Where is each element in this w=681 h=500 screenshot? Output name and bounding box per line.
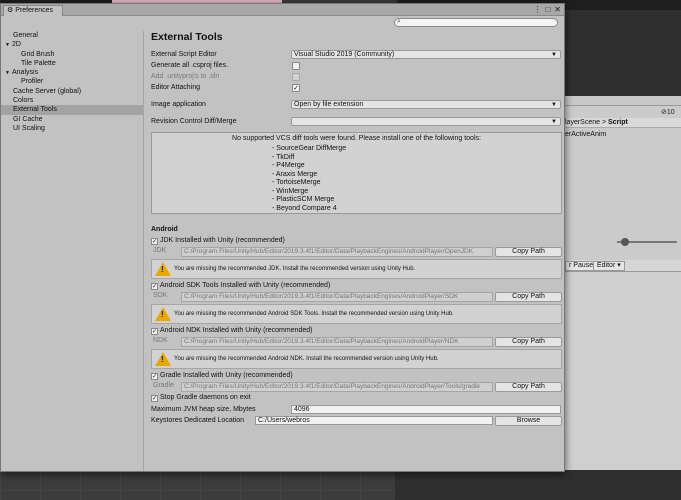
sidebar-item-tile-palette[interactable]: Tile Palette [1,59,143,68]
image-app-dropdown[interactable]: Open by file extension ▼ [291,100,561,109]
search-input[interactable]: ⌕ [394,18,558,27]
fold-arrow-icon[interactable]: ▼ [5,69,12,78]
ndk-warning: ! You are missing the recommended Androi… [151,349,562,369]
background-bottom-panel [395,470,681,500]
sdk-warning: ! You are missing the recommended Androi… [151,304,562,324]
script-editor-label: External Script Editor [151,51,217,58]
slider-knob[interactable] [621,238,629,246]
page-title: External Tools [151,31,223,43]
gradle-path-field[interactable]: C:/Program Files/Unity/Hub/Editor/2019.3… [181,382,493,392]
editor-dropdown[interactable]: Editor ▾ [593,261,625,271]
image-app-label: Image application [151,101,206,108]
chevron-down-icon: ▼ [551,52,557,58]
jdk-path-field[interactable]: C:/Program Files/Unity/Hub/Editor/2019.3… [181,247,493,257]
stop-gradle-checkbox[interactable]: ✓ [151,395,158,402]
editor-attaching-checkbox[interactable]: ✓ [292,84,300,92]
ndk-checkbox[interactable]: ✓ [151,328,158,335]
inspector-count[interactable]: ⊘10 [661,108,675,116]
sidebar-item-2d[interactable]: ▼ 2D [1,40,143,49]
window-controls: ⋮ □ ✕ [529,5,561,15]
gradle-checkbox[interactable]: ✓ [151,373,158,380]
window-titlebar: ⚙ Preferences ⋮ □ ✕ [1,4,564,16]
gradle-path-row: Gradle C:/Program Files/Unity/Hub/Editor… [151,382,562,393]
jdk-tag: JDK [153,247,167,254]
jdk-copy-path-button[interactable]: Copy Path [495,247,562,257]
fold-arrow-icon[interactable]: ▼ [5,41,12,50]
preferences-window: ⚙ Preferences ⋮ □ ✕ ⌕ General ▼ 2D Grid Brus… [0,3,565,472]
list-item: - SourceGear DiffMerge [272,145,347,152]
browse-button[interactable]: Browse [495,416,562,426]
vcs-message: No supported VCS diff tools were found. … [232,135,481,142]
sdk-path-row: SDK C:/Program Files/Unity/Hub/Editor/20… [151,292,562,303]
ndk-tag: NDK [153,337,168,344]
sdk-tag: SDK [153,292,168,299]
jdk-warning: ! You are missing the recommended JDK. I… [151,259,562,279]
inspector-header: layerScene > Script [565,118,681,128]
sidebar-item-colors[interactable]: Colors [1,96,143,105]
script-editor-dropdown[interactable]: Visual Studio 2019 (Community) ▼ [291,50,561,59]
add-unityproj-label: Add .unityproj's to .sln [151,73,220,80]
preferences-tab[interactable]: ⚙ Preferences [3,5,63,16]
add-unityproj-checkbox[interactable] [292,73,300,81]
maximize-icon[interactable]: □ [545,5,550,14]
sdk-checkbox[interactable]: ✓ [151,283,158,290]
more-menu-icon[interactable]: ⋮ [533,5,541,14]
sidebar-item-gi-cache[interactable]: GI Cache [1,115,143,124]
vcs-tool-list: - SourceGear DiffMerge - TkDiff - P4Merg… [272,145,346,213]
sidebar-item-general[interactable]: General [1,31,143,40]
game-view-toolbar: r Pause Editor ▾ [565,260,681,272]
game-view-body [565,272,681,500]
list-item: - Beyond Compare 4 [272,204,337,212]
sdk-checkbox-row[interactable]: ✓ Android SDK Tools Installed with Unity … [151,282,330,290]
sidebar-item-ui-scaling[interactable]: UI Scaling [1,124,143,133]
keystores-input[interactable]: C:/Users/webros [255,416,493,425]
gradle-checkbox-row[interactable]: ✓ Gradle Installed with Unity (recommende… [151,372,293,380]
sidebar-item-cache-server[interactable]: Cache Server (global) [1,87,143,96]
stop-gradle-row[interactable]: ✓ Stop Gradle daemons on exit [151,394,251,402]
jdk-checkbox[interactable]: ✓ [151,238,158,245]
search-icon: ⌕ [397,18,401,25]
jdk-path-row: JDK C:/Program Files/Unity/Hub/Editor/20… [151,247,562,258]
sidebar-item-profiler[interactable]: Profiler [1,77,143,86]
inspector-panel: ⊘10 layerScene > Script erActiveAnim r P… [565,10,681,500]
list-item: - TortoiseMerge [272,179,321,186]
sdk-path-field[interactable]: C:/Program Files/Unity/Hub/Editor/2019.3… [181,292,493,302]
inspector-text: erActiveAnim [565,131,607,138]
list-item: - Araxis Merge [272,170,318,178]
gradle-tag: Gradle [153,382,175,389]
external-tools-panel: External Tools External Script Editor Vi… [151,28,564,468]
list-item: - PlasticSCM Merge [272,196,335,203]
editor-attaching-label: Editor Attaching [151,84,201,91]
sidebar-item-grid-brush[interactable]: Grid Brush [1,50,143,59]
inspector-dark-band [565,10,681,96]
zoom-slider[interactable] [617,238,677,246]
sidebar-item-external-tools[interactable]: External Tools [1,105,143,115]
jvm-heap-label: Maximum JVM heap size, Mbytes [151,406,256,413]
vcs-help-box: No supported VCS diff tools were found. … [151,132,562,214]
gear-icon: ⚙ [7,7,14,14]
gradle-copy-path-button[interactable]: Copy Path [495,382,562,392]
keystores-label: Keystores Dedicated Location [151,417,244,424]
ndk-copy-path-button[interactable]: Copy Path [495,337,562,347]
sidebar-item-analysis[interactable]: ▼ Analysis [1,68,143,77]
vcs-dropdown[interactable]: ▼ [291,117,561,126]
ndk-path-row: NDK C:/Program Files/Unity/Hub/Editor/20… [151,337,562,348]
ndk-path-field[interactable]: C:/Program Files/Unity/Hub/Editor/2019.3… [181,337,493,347]
chevron-down-icon: ▼ [551,119,557,125]
generate-csproj-checkbox[interactable] [292,62,300,70]
list-item: - WinMerge [272,187,309,195]
close-icon[interactable]: ✕ [554,5,561,14]
chevron-down-icon: ▼ [551,102,557,108]
list-item: - TkDiff [272,153,295,161]
android-heading: Android [151,226,178,233]
generate-csproj-label: Generate all .csproj files. [151,62,229,69]
ndk-checkbox-row[interactable]: ✓ Android NDK Installed with Unity (recom… [151,327,313,335]
list-item: - P4Merge [272,162,305,169]
jdk-checkbox-row[interactable]: ✓ JDK Installed with Unity (recommended) [151,237,285,245]
jvm-heap-input[interactable]: 4096 [291,405,561,414]
sdk-copy-path-button[interactable]: Copy Path [495,292,562,302]
preferences-sidebar: General ▼ 2D Grid Brush Tile Palette ▼ Ana… [1,31,144,471]
vcs-label: Revision Control Diff/Merge [151,118,237,125]
